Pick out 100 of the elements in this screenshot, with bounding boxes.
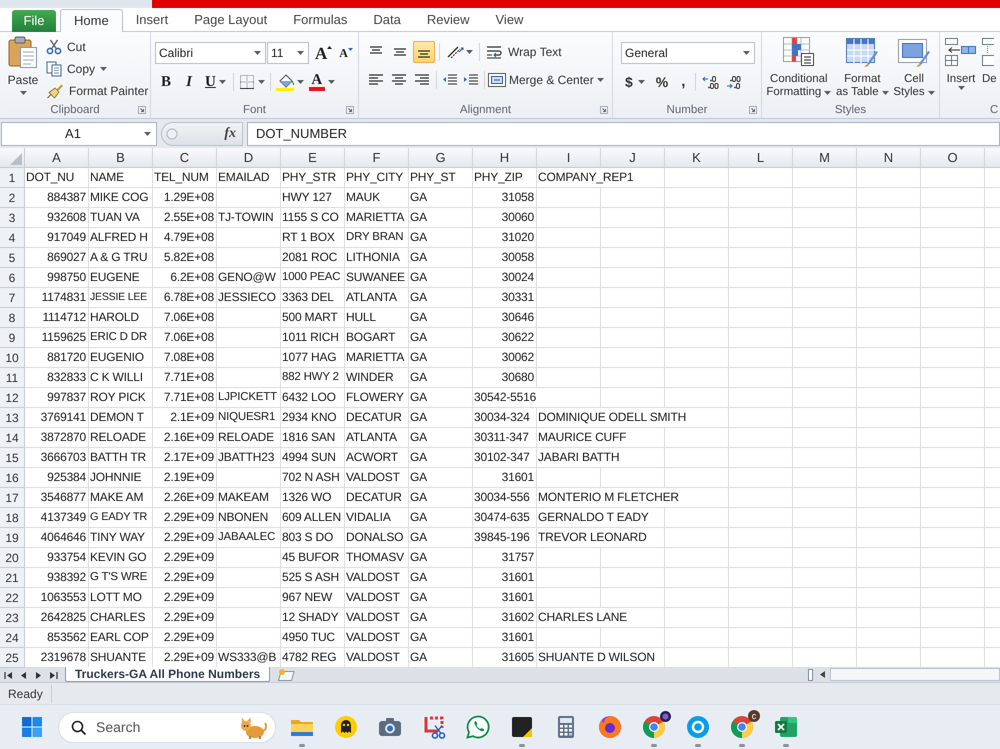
format-painter-button[interactable]: Format Painter [46, 80, 148, 102]
align-left-icon[interactable] [368, 73, 384, 87]
right-arrow-bar-icon[interactable] [49, 670, 58, 680]
row-header[interactable]: 4 [0, 228, 25, 248]
grow-font-button[interactable]: A [315, 44, 332, 62]
bar-left-arrow-icon[interactable] [4, 670, 13, 680]
column-header[interactable]: G [409, 148, 473, 167]
copy-button[interactable]: Copy [46, 58, 148, 80]
ring-icon[interactable] [686, 715, 710, 739]
column-header[interactable]: D [217, 148, 281, 167]
underline-button[interactable]: U [201, 71, 230, 93]
row-header[interactable]: 23 [0, 608, 25, 628]
decrease-indent-icon[interactable] [442, 73, 458, 87]
scissors-icon[interactable] [422, 715, 446, 739]
ribbon-tab[interactable]: Home [60, 9, 123, 32]
column-header[interactable]: A [25, 148, 89, 167]
sheet-tab[interactable]: Truckers-GA All Phone Numbers [65, 667, 270, 682]
ribbon-tab[interactable]: Page Layout [181, 8, 280, 31]
column-header[interactable]: K [665, 148, 729, 167]
split-handle-icon[interactable] [808, 669, 813, 681]
browser-icon[interactable] [730, 715, 754, 739]
ribbon-tab[interactable]: Insert [122, 8, 182, 31]
column-header[interactable]: C [153, 148, 217, 167]
increase-indent-icon[interactable] [463, 73, 479, 87]
currency-button[interactable]: $ [621, 71, 649, 93]
insert-function-button[interactable]: fx [224, 123, 236, 144]
four-squares-icon[interactable] [21, 716, 43, 738]
comma-button[interactable]: , [675, 71, 692, 93]
delete-button[interactable]: De [982, 37, 997, 101]
row-header[interactable]: 8 [0, 308, 25, 328]
row-header[interactable]: 9 [0, 328, 25, 348]
column-header[interactable]: E [281, 148, 345, 167]
dialog-launcher-icon[interactable] [346, 106, 354, 114]
font-name-field[interactable]: Calibri [155, 42, 266, 64]
align-bottom-button[interactable] [413, 41, 435, 63]
shrink-font-button[interactable]: A [339, 44, 353, 62]
row-header[interactable]: 18 [0, 508, 25, 528]
row-header[interactable]: 13 [0, 408, 25, 428]
right-arrow-icon[interactable] [34, 670, 42, 680]
column-header[interactable]: L [729, 148, 793, 167]
align-center-icon[interactable] [391, 73, 407, 87]
row-header[interactable]: 12 [0, 388, 25, 408]
insert-button[interactable]: Insert [945, 37, 977, 101]
row-header[interactable]: 7 [0, 288, 25, 308]
cell-styles-button[interactable]: Cell Styles [893, 37, 935, 101]
wrap-text-button[interactable]: Wrap Text [484, 41, 564, 63]
row-header[interactable]: 3 [0, 208, 25, 228]
merge-center-button[interactable]: Merge & Center [488, 69, 604, 91]
ghost-icon[interactable] [334, 715, 358, 739]
left-arrow-icon[interactable] [819, 670, 826, 679]
row-header[interactable]: 19 [0, 528, 25, 548]
column-header[interactable]: N [857, 148, 921, 167]
row-header[interactable]: 25 [0, 648, 25, 668]
row-header[interactable]: 15 [0, 448, 25, 468]
ribbon-tab[interactable]: Review [414, 8, 482, 31]
search-input[interactable]: Search [96, 718, 229, 738]
sticky-note-icon[interactable] [510, 715, 534, 739]
font-color-button[interactable]: A [306, 71, 337, 93]
name-box[interactable]: A1 [1, 122, 157, 146]
round-logo-icon[interactable] [598, 715, 622, 739]
left-arrow-icon[interactable] [20, 670, 28, 680]
column-header[interactable]: B [89, 148, 153, 167]
row-header[interactable]: 6 [0, 268, 25, 288]
align-right-icon[interactable] [414, 73, 430, 87]
new-sheet-icon[interactable] [276, 668, 296, 681]
row-header[interactable]: 22 [0, 588, 25, 608]
dialog-launcher-icon[interactable] [600, 106, 608, 114]
column-header[interactable]: H [473, 148, 537, 167]
format-as-table-button[interactable]: Format as Table [836, 37, 889, 101]
italic-button[interactable]: I [178, 71, 200, 93]
row-header[interactable]: 5 [0, 248, 25, 268]
column-header[interactable]: F [345, 148, 409, 167]
number-format-field[interactable]: General [621, 42, 755, 64]
ribbon-tab[interactable]: View [482, 8, 536, 31]
row-header[interactable]: 1 [0, 168, 25, 188]
row-header[interactable]: 14 [0, 428, 25, 448]
spreadsheet-icon[interactable] [774, 715, 798, 739]
conditional-formatting-button[interactable]: Conditional Formatting [766, 37, 832, 101]
search-bar[interactable]: Search [58, 712, 276, 743]
paste-button[interactable]: Paste [4, 35, 42, 101]
formula-field[interactable]: DOT_NUMBER [247, 122, 1000, 146]
font-size-field[interactable]: 11 [267, 42, 309, 64]
ribbon-tab[interactable]: Formulas [280, 8, 360, 31]
row-header[interactable]: 24 [0, 628, 25, 648]
column-header[interactable]: M [793, 148, 857, 167]
file-tab[interactable]: File [12, 10, 56, 32]
ribbon-tab[interactable]: Data [360, 8, 414, 31]
row-header[interactable]: 16 [0, 468, 25, 488]
horizontal-scrollbar[interactable] [830, 668, 1000, 681]
bold-button[interactable]: B [155, 71, 177, 93]
row-header[interactable]: 10 [0, 348, 25, 368]
column-header[interactable]: O [921, 148, 985, 167]
increase-decimal-icon[interactable] [702, 75, 720, 89]
camera-icon[interactable] [378, 715, 402, 739]
column-header[interactable]: J [601, 148, 665, 167]
dialog-launcher-icon[interactable] [749, 106, 757, 114]
row-header[interactable]: 2 [0, 188, 25, 208]
row-header[interactable]: 21 [0, 568, 25, 588]
phone-chat-icon[interactable] [466, 715, 490, 739]
row-header[interactable]: 17 [0, 488, 25, 508]
